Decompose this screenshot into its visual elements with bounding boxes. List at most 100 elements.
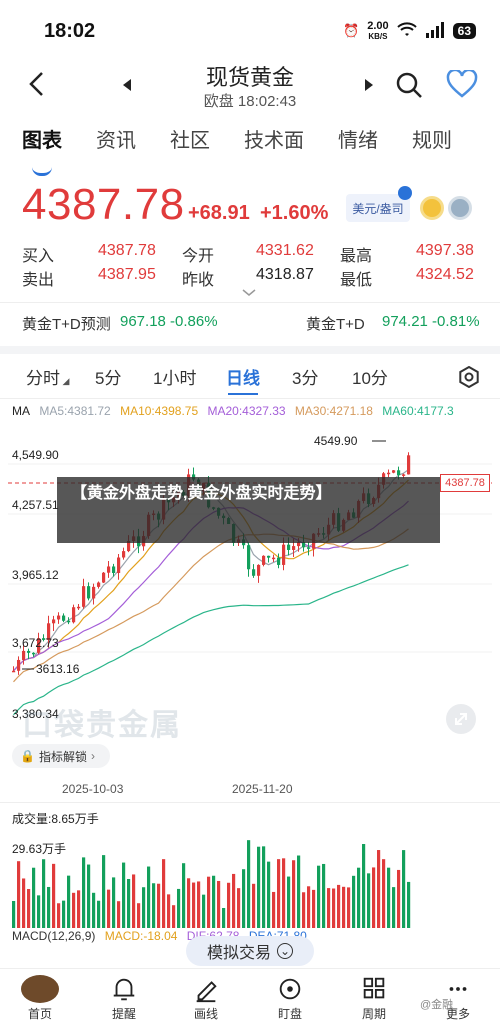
expand-quote-icon[interactable]	[242, 286, 256, 300]
chart-settings-button[interactable]	[458, 365, 480, 389]
volume-bar	[27, 889, 31, 928]
period-tab-3min[interactable]: 3分	[292, 364, 318, 389]
period-tab-daily[interactable]: 日线	[226, 364, 260, 395]
candle-body	[102, 572, 106, 583]
volume-bar	[197, 881, 201, 928]
volume-bar	[42, 859, 46, 928]
expand-icon	[455, 713, 467, 725]
volume-bar	[182, 863, 186, 928]
next-instrument-button[interactable]	[364, 78, 374, 95]
news-banner: 【黄金外盘走势,黄金外盘实时走势】	[57, 477, 440, 543]
page-title: 现货黄金	[205, 65, 294, 90]
session-clock: 18:02:43	[237, 93, 297, 110]
buy-label: 买入	[22, 248, 55, 265]
candle-body	[122, 551, 126, 558]
volume-bar	[357, 867, 361, 928]
candle-body	[92, 586, 96, 599]
lock-icon: 🔒	[20, 749, 35, 763]
nav-home-label: 首页	[27, 1007, 52, 1021]
volume-bar	[217, 880, 221, 928]
candle-body	[272, 557, 276, 560]
volume-bar	[122, 862, 126, 928]
price-change-pct: +1.60%	[260, 202, 329, 224]
volume-bar	[157, 883, 161, 928]
chevron-down-circle-icon: ⌄	[277, 943, 293, 959]
nav-alert[interactable]: 提醒	[94, 969, 154, 1021]
simulated-trade-button[interactable]: 模拟交易 ⌄	[186, 936, 314, 966]
candle-body	[117, 557, 121, 574]
td-label: 黄金T+D	[306, 316, 365, 333]
tab-chart[interactable]: 图表	[22, 124, 62, 176]
candle-body	[282, 544, 286, 565]
volume-bar	[317, 865, 321, 928]
volume-bar	[352, 875, 356, 928]
last-price-tag: 4387.78	[440, 474, 490, 492]
volume-bar	[187, 878, 191, 928]
gold-coin-icon[interactable]	[420, 196, 444, 220]
bottom-nav: 首页 提醒 画线 盯盘 周期 更多	[0, 968, 500, 1021]
candle-body	[292, 546, 296, 550]
volume-bar	[92, 892, 96, 928]
nav-home[interactable]: 首页	[10, 969, 70, 1021]
volume-bar	[322, 863, 326, 928]
divider	[0, 802, 500, 803]
td-predict-label: 黄金T+D预测	[22, 316, 111, 333]
nav-more[interactable]: 更多	[428, 969, 488, 1021]
tab-technical[interactable]: 技术面	[244, 124, 304, 164]
volume-chart[interactable]	[0, 822, 500, 930]
nav-watch[interactable]: 盯盘	[260, 969, 320, 1021]
candle-body	[262, 555, 266, 565]
tab-rules[interactable]: 规则	[412, 124, 452, 164]
volume-bar	[287, 876, 291, 928]
indicator-unlock-button[interactable]: 🔒 指标解锁 ›	[12, 744, 110, 768]
nav-period[interactable]: 周期	[344, 969, 404, 1021]
net-speed-unit: KB/S	[368, 31, 388, 41]
y-tick-4: 3,672.73	[12, 636, 59, 650]
ai-assistant-icon[interactable]	[448, 196, 472, 220]
tab-sentiment[interactable]: 情绪	[338, 124, 378, 164]
candle-body	[77, 606, 81, 609]
candle-body	[22, 650, 26, 660]
predict-row: 黄金T+D预测 967.18 -0.86% 黄金T+D 974.21 -0.81…	[22, 313, 482, 339]
period-tab-intraday[interactable]: 分时 ◢	[26, 364, 69, 389]
volume-bar	[47, 886, 51, 928]
section-divider	[0, 346, 500, 354]
chevron-right-icon: ›	[90, 749, 95, 763]
period-tab-intraday-label: 分时	[26, 369, 60, 388]
buy-value: 4387.78	[98, 242, 156, 259]
period-tab-5min[interactable]: 5分	[95, 364, 121, 389]
volume-bar	[202, 894, 206, 928]
tab-news[interactable]: 资讯	[96, 124, 136, 164]
kline-chart[interactable]: 4,549.90 4,257.51 3,965.12 3,672.73 3,38…	[0, 416, 500, 736]
search-button[interactable]	[394, 70, 424, 100]
volume-bar	[297, 855, 301, 928]
candle-body	[267, 555, 271, 558]
volume-bar	[252, 883, 256, 928]
favorite-button[interactable]	[446, 68, 480, 100]
period-tab-1hour[interactable]: 1小时	[153, 364, 196, 389]
candle-body	[277, 557, 281, 565]
compass-icon	[279, 978, 301, 1000]
period-tab-10min[interactable]: 10分	[352, 364, 388, 389]
volume-bar	[147, 866, 151, 928]
tab-community[interactable]: 社区	[170, 124, 210, 164]
volume-bar	[227, 882, 231, 928]
volume-bar	[207, 876, 211, 928]
volume-bar	[37, 895, 41, 928]
status-icons: ⏰ 2.00 KB/S 63	[343, 20, 476, 42]
volume-bar	[167, 894, 171, 928]
grid-icon	[363, 977, 385, 999]
candle-body	[107, 566, 111, 573]
price-row: 4387.78 +68.91 +1.60% 美元/盎司	[22, 180, 482, 236]
volume-bar	[272, 891, 276, 928]
nav-watch-label: 盯盘	[277, 1007, 302, 1021]
volume-bar	[387, 867, 391, 928]
nav-draw[interactable]: 画线	[176, 969, 236, 1021]
volume-bar	[392, 887, 396, 928]
volume-bar	[267, 861, 271, 928]
period-tabs: 分时 ◢ 5分 1小时 日线 3分 10分	[0, 364, 500, 395]
y-tick-1: 4,549.90	[12, 448, 59, 462]
volume-bar	[107, 889, 111, 928]
kline-svg: 4,549.90 4,257.51 3,965.12 3,672.73 3,38…	[8, 434, 492, 721]
fullscreen-button[interactable]	[446, 704, 476, 734]
